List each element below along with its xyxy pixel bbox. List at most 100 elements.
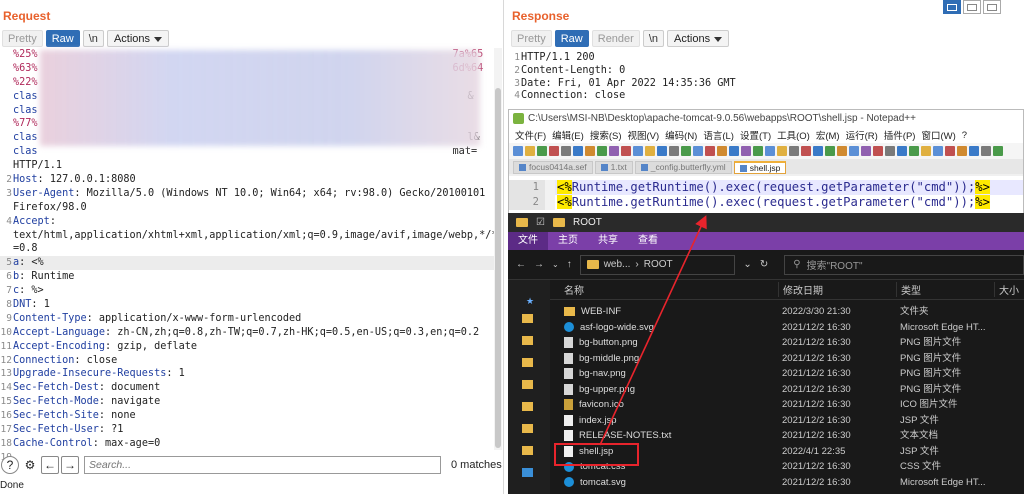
toolbar-button-icon[interactable] — [837, 146, 847, 156]
drive-icon[interactable] — [522, 468, 533, 477]
menu-item[interactable]: 设置(T) — [740, 128, 771, 142]
forward-arrow-icon[interactable]: → — [534, 259, 544, 270]
column-type[interactable]: 类型 — [896, 282, 994, 297]
tab-pretty[interactable]: Pretty — [2, 30, 43, 47]
file-row[interactable]: bg-nav.png 2021/12/2 16:30 PNG 图片文件 — [550, 366, 1024, 382]
menu-item[interactable]: 工具(O) — [777, 128, 810, 142]
toolbar-button-icon[interactable] — [537, 146, 547, 156]
up-arrow-icon[interactable]: ↑ — [567, 259, 572, 270]
back-arrow-icon[interactable]: ← — [516, 259, 526, 270]
vertical-layout-button[interactable] — [963, 0, 981, 14]
menu-item[interactable]: 运行(R) — [846, 128, 878, 142]
toolbar-button-icon[interactable] — [693, 146, 703, 156]
notepad-tab[interactable]: focus0414a.sef — [513, 161, 593, 174]
toolbar-button-icon[interactable] — [681, 146, 691, 156]
menu-item[interactable]: 窗口(W) — [921, 128, 955, 142]
tab-raw[interactable]: Raw — [554, 30, 589, 47]
folder-icon[interactable] — [522, 314, 533, 323]
toolbar-button-icon[interactable] — [849, 146, 859, 156]
toolbar-button-icon[interactable] — [993, 146, 1003, 156]
menu-item[interactable]: 语言(L) — [703, 128, 734, 142]
file-row[interactable]: bg-middle.png 2021/12/2 16:30 PNG 图片文件 — [550, 351, 1024, 367]
toolbar-button-icon[interactable] — [633, 146, 643, 156]
toolbar-button-icon[interactable] — [561, 146, 571, 156]
breadcrumb-web[interactable]: web... — [604, 259, 631, 270]
toolbar-button-icon[interactable] — [861, 146, 871, 156]
folder-icon[interactable] — [522, 336, 533, 345]
ribbon-tab-view[interactable]: 查看 — [628, 232, 668, 250]
file-row[interactable]: bg-upper.png 2021/12/2 16:30 PNG 图片文件 — [550, 382, 1024, 398]
toolbar-button-icon[interactable] — [957, 146, 967, 156]
toolbar-button-icon[interactable] — [549, 146, 559, 156]
file-row[interactable]: WEB-INF 2022/3/30 21:30 文件夹 — [550, 304, 1024, 320]
menu-item[interactable]: ? — [962, 130, 967, 141]
address-bar[interactable]: web... › ROOT — [579, 254, 736, 275]
ribbon-tab-file[interactable]: 文件 — [508, 232, 548, 250]
toolbar-button-icon[interactable] — [825, 146, 835, 156]
menu-item[interactable]: 宏(M) — [816, 128, 840, 142]
toolbar-button-icon[interactable] — [909, 146, 919, 156]
file-row[interactable]: asf-logo-wide.svg 2021/12/2 16:30 Microsof… — [550, 320, 1024, 336]
toolbar-button-icon[interactable] — [741, 146, 751, 156]
actions-dropdown[interactable]: Actions — [667, 30, 730, 47]
toolbar-button-icon[interactable] — [717, 146, 727, 156]
folder-icon[interactable] — [522, 402, 533, 411]
toolbar-button-icon[interactable] — [573, 146, 583, 156]
file-row[interactable]: tomcat.svg 2021/12/2 16:30 Microsoft Edge … — [550, 475, 1024, 491]
menu-item[interactable]: 编辑(E) — [552, 128, 584, 142]
toolbar-button-icon[interactable] — [897, 146, 907, 156]
folder-icon[interactable] — [522, 446, 533, 455]
newline-toggle[interactable]: \n — [642, 30, 665, 47]
toolbar-button-icon[interactable] — [981, 146, 991, 156]
toolbar-button-icon[interactable] — [729, 146, 739, 156]
breadcrumb-root[interactable]: ROOT — [644, 259, 673, 270]
file-row[interactable]: RELEASE-NOTES.txt 2021/12/2 16:30 文本文档 — [550, 428, 1024, 444]
toolbar-button-icon[interactable] — [945, 146, 955, 156]
menu-item[interactable]: 插件(P) — [884, 128, 916, 142]
toolbar-button-icon[interactable] — [873, 146, 883, 156]
search-input[interactable] — [84, 456, 441, 474]
toolbar-button-icon[interactable] — [933, 146, 943, 156]
tabs-layout-button[interactable] — [983, 0, 1001, 14]
actions-dropdown[interactable]: Actions — [106, 30, 170, 47]
toolbar-button-icon[interactable] — [513, 146, 523, 156]
scroll-thumb[interactable] — [495, 88, 501, 448]
toolbar-button-icon[interactable] — [753, 146, 763, 156]
file-row[interactable]: bg-button.png 2021/12/2 16:30 PNG 图片文件 — [550, 335, 1024, 351]
toolbar-button-icon[interactable] — [621, 146, 631, 156]
newline-toggle[interactable]: \n — [82, 30, 104, 47]
toolbar-button-icon[interactable] — [765, 146, 775, 156]
forward-arrow-icon[interactable]: → — [61, 456, 79, 474]
toolbar-button-icon[interactable] — [609, 146, 619, 156]
toolbar-button-icon[interactable] — [525, 146, 535, 156]
toolbar-button-icon[interactable] — [969, 146, 979, 156]
toolbar-button-icon[interactable] — [921, 146, 931, 156]
folder-icon[interactable] — [522, 358, 533, 367]
notepad-tab[interactable]: shell.jsp — [733, 161, 787, 174]
toolbar-button-icon[interactable] — [813, 146, 823, 156]
gear-icon[interactable]: ⚙ — [21, 456, 39, 474]
toolbar-button-icon[interactable] — [885, 146, 895, 156]
notepad-tab[interactable]: 1.txt — [594, 161, 633, 174]
toolbar-button-icon[interactable] — [657, 146, 667, 156]
chevron-down-icon[interactable]: ⌄ — [552, 260, 559, 269]
tab-raw[interactable]: Raw — [45, 30, 80, 47]
toolbar-button-icon[interactable] — [801, 146, 811, 156]
folder-icon[interactable] — [522, 380, 533, 389]
ribbon-tab-share[interactable]: 共享 — [588, 232, 628, 250]
toolbar-button-icon[interactable] — [645, 146, 655, 156]
column-date[interactable]: 修改日期 — [778, 282, 896, 297]
notepad-tab[interactable]: _config.butterfly.yml — [634, 161, 732, 174]
menu-item[interactable]: 编码(N) — [665, 128, 697, 142]
dropdown-icon[interactable]: ⌄ — [743, 259, 751, 270]
toolbar-button-icon[interactable] — [585, 146, 595, 156]
toolbar-button-icon[interactable] — [597, 146, 607, 156]
back-arrow-icon[interactable]: ← — [41, 456, 59, 474]
explorer-search[interactable]: ⚲ 搜索"ROOT" — [784, 254, 1024, 275]
response-editor[interactable]: 1 HTTP/1.1 200 2 Content-Length: 0 3 Date: Fr… — [511, 52, 1021, 103]
refresh-icon[interactable]: ↻ — [760, 259, 768, 270]
toolbar-button-icon[interactable] — [669, 146, 679, 156]
column-name[interactable]: 名称 — [550, 282, 778, 297]
toolbar-button-icon[interactable] — [789, 146, 799, 156]
tab-pretty[interactable]: Pretty — [511, 30, 552, 47]
